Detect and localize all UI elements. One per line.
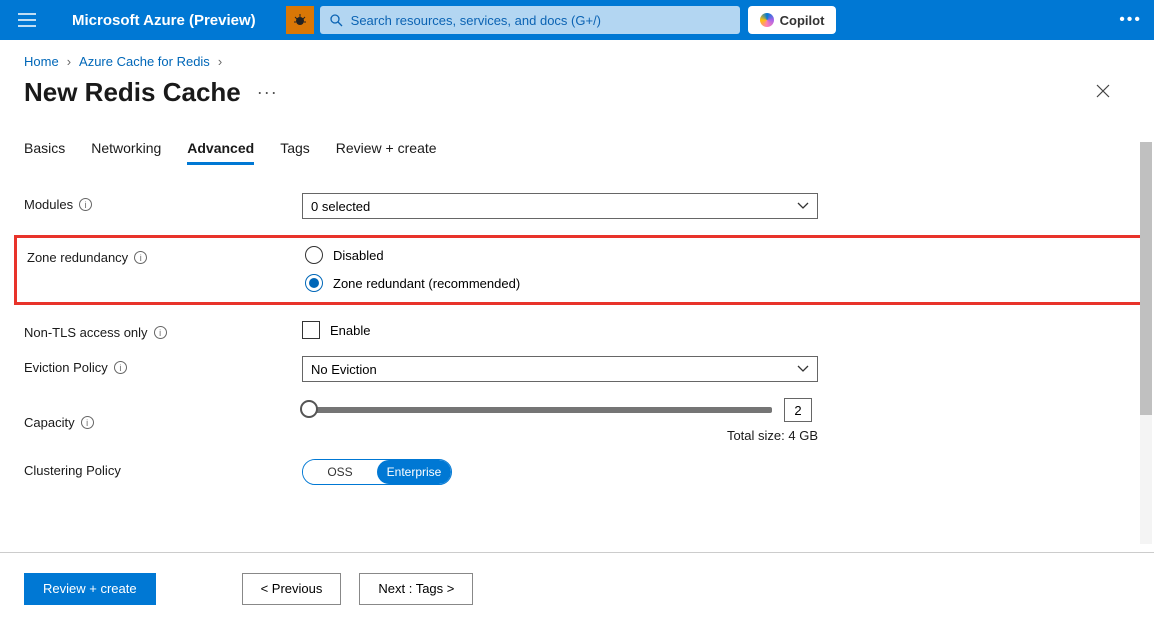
zone-disabled-radio[interactable]: Disabled: [305, 246, 825, 264]
copilot-icon: [760, 13, 774, 27]
search-placeholder: Search resources, services, and docs (G+…: [351, 13, 601, 28]
clustering-toggle: OSS Enterprise: [302, 459, 452, 485]
row-non-tls: Non-TLS access only i Enable: [24, 321, 1116, 340]
next-button[interactable]: Next : Tags >: [359, 573, 473, 605]
clustering-enterprise[interactable]: Enterprise: [377, 460, 451, 484]
close-icon[interactable]: [1096, 82, 1110, 103]
row-eviction: Eviction Policy i No Eviction: [24, 356, 1116, 382]
brand-label[interactable]: Microsoft Azure (Preview): [72, 12, 256, 29]
eviction-label: Eviction Policy: [24, 360, 108, 375]
tab-review[interactable]: Review + create: [336, 140, 437, 165]
chevron-right-icon: ›: [218, 54, 222, 69]
zone-redundant-radio[interactable]: Zone redundant (recommended): [305, 274, 825, 292]
tab-basics[interactable]: Basics: [24, 140, 65, 165]
non-tls-label: Non-TLS access only: [24, 325, 148, 340]
chevron-down-icon: [797, 202, 809, 210]
footer-bar: Review + create < Previous Next : Tags >: [0, 552, 1154, 624]
title-more-icon[interactable]: ···: [257, 82, 278, 103]
title-bar: New Redis Cache ···: [0, 69, 1154, 108]
row-modules: Modules i 0 selected: [24, 193, 1116, 219]
modules-value: 0 selected: [311, 199, 370, 214]
clustering-label: Clustering Policy: [24, 463, 121, 478]
eviction-value: No Eviction: [311, 362, 377, 377]
info-icon[interactable]: i: [134, 251, 147, 264]
search-icon: [330, 14, 343, 27]
search-input[interactable]: Search resources, services, and docs (G+…: [320, 6, 740, 34]
slider-thumb[interactable]: [300, 400, 318, 418]
tab-networking[interactable]: Networking: [91, 140, 161, 165]
info-icon[interactable]: i: [154, 326, 167, 339]
capacity-input[interactable]: [784, 398, 812, 422]
capacity-slider[interactable]: [302, 407, 772, 413]
clustering-oss[interactable]: OSS: [303, 460, 377, 484]
bug-icon[interactable]: [286, 6, 314, 34]
info-icon[interactable]: i: [81, 416, 94, 429]
info-icon[interactable]: i: [114, 361, 127, 374]
page-title: New Redis Cache: [24, 77, 241, 108]
radio-label: Zone redundant (recommended): [333, 276, 520, 291]
modules-dropdown[interactable]: 0 selected: [302, 193, 818, 219]
chevron-right-icon: ›: [67, 54, 71, 69]
capacity-label: Capacity: [24, 415, 75, 430]
breadcrumb: Home › Azure Cache for Redis ›: [0, 40, 1154, 69]
row-clustering: Clustering Policy OSS Enterprise: [24, 459, 1116, 485]
eviction-dropdown[interactable]: No Eviction: [302, 356, 818, 382]
menu-icon[interactable]: [12, 13, 42, 27]
copilot-label: Copilot: [780, 13, 825, 28]
chevron-down-icon: [797, 365, 809, 373]
checkbox-label: Enable: [330, 323, 370, 338]
zone-redundancy-label: Zone redundancy: [27, 250, 128, 265]
tabs: Basics Networking Advanced Tags Review +…: [24, 140, 1116, 165]
scrollbar-thumb[interactable]: [1140, 142, 1152, 415]
tab-advanced[interactable]: Advanced: [187, 140, 254, 165]
info-icon[interactable]: i: [79, 198, 92, 211]
tab-tags[interactable]: Tags: [280, 140, 310, 165]
highlighted-region: Zone redundancy i Disabled Zone redundan…: [14, 235, 1140, 305]
review-create-button[interactable]: Review + create: [24, 573, 156, 605]
scrollbar[interactable]: [1140, 142, 1152, 544]
breadcrumb-item[interactable]: Azure Cache for Redis: [79, 54, 210, 69]
previous-button[interactable]: < Previous: [242, 573, 342, 605]
modules-label: Modules: [24, 197, 73, 212]
radio-icon: [305, 274, 323, 292]
radio-icon: [305, 246, 323, 264]
copilot-button[interactable]: Copilot: [748, 6, 837, 34]
non-tls-checkbox[interactable]: [302, 321, 320, 339]
row-capacity: Capacity i Total size: 4 GB: [24, 398, 1116, 443]
breadcrumb-home[interactable]: Home: [24, 54, 59, 69]
top-header: Microsoft Azure (Preview) Search resourc…: [0, 0, 1154, 40]
total-size-label: Total size: 4 GB: [302, 428, 818, 443]
more-menu-icon[interactable]: •••: [1119, 11, 1142, 29]
radio-label: Disabled: [333, 248, 384, 263]
